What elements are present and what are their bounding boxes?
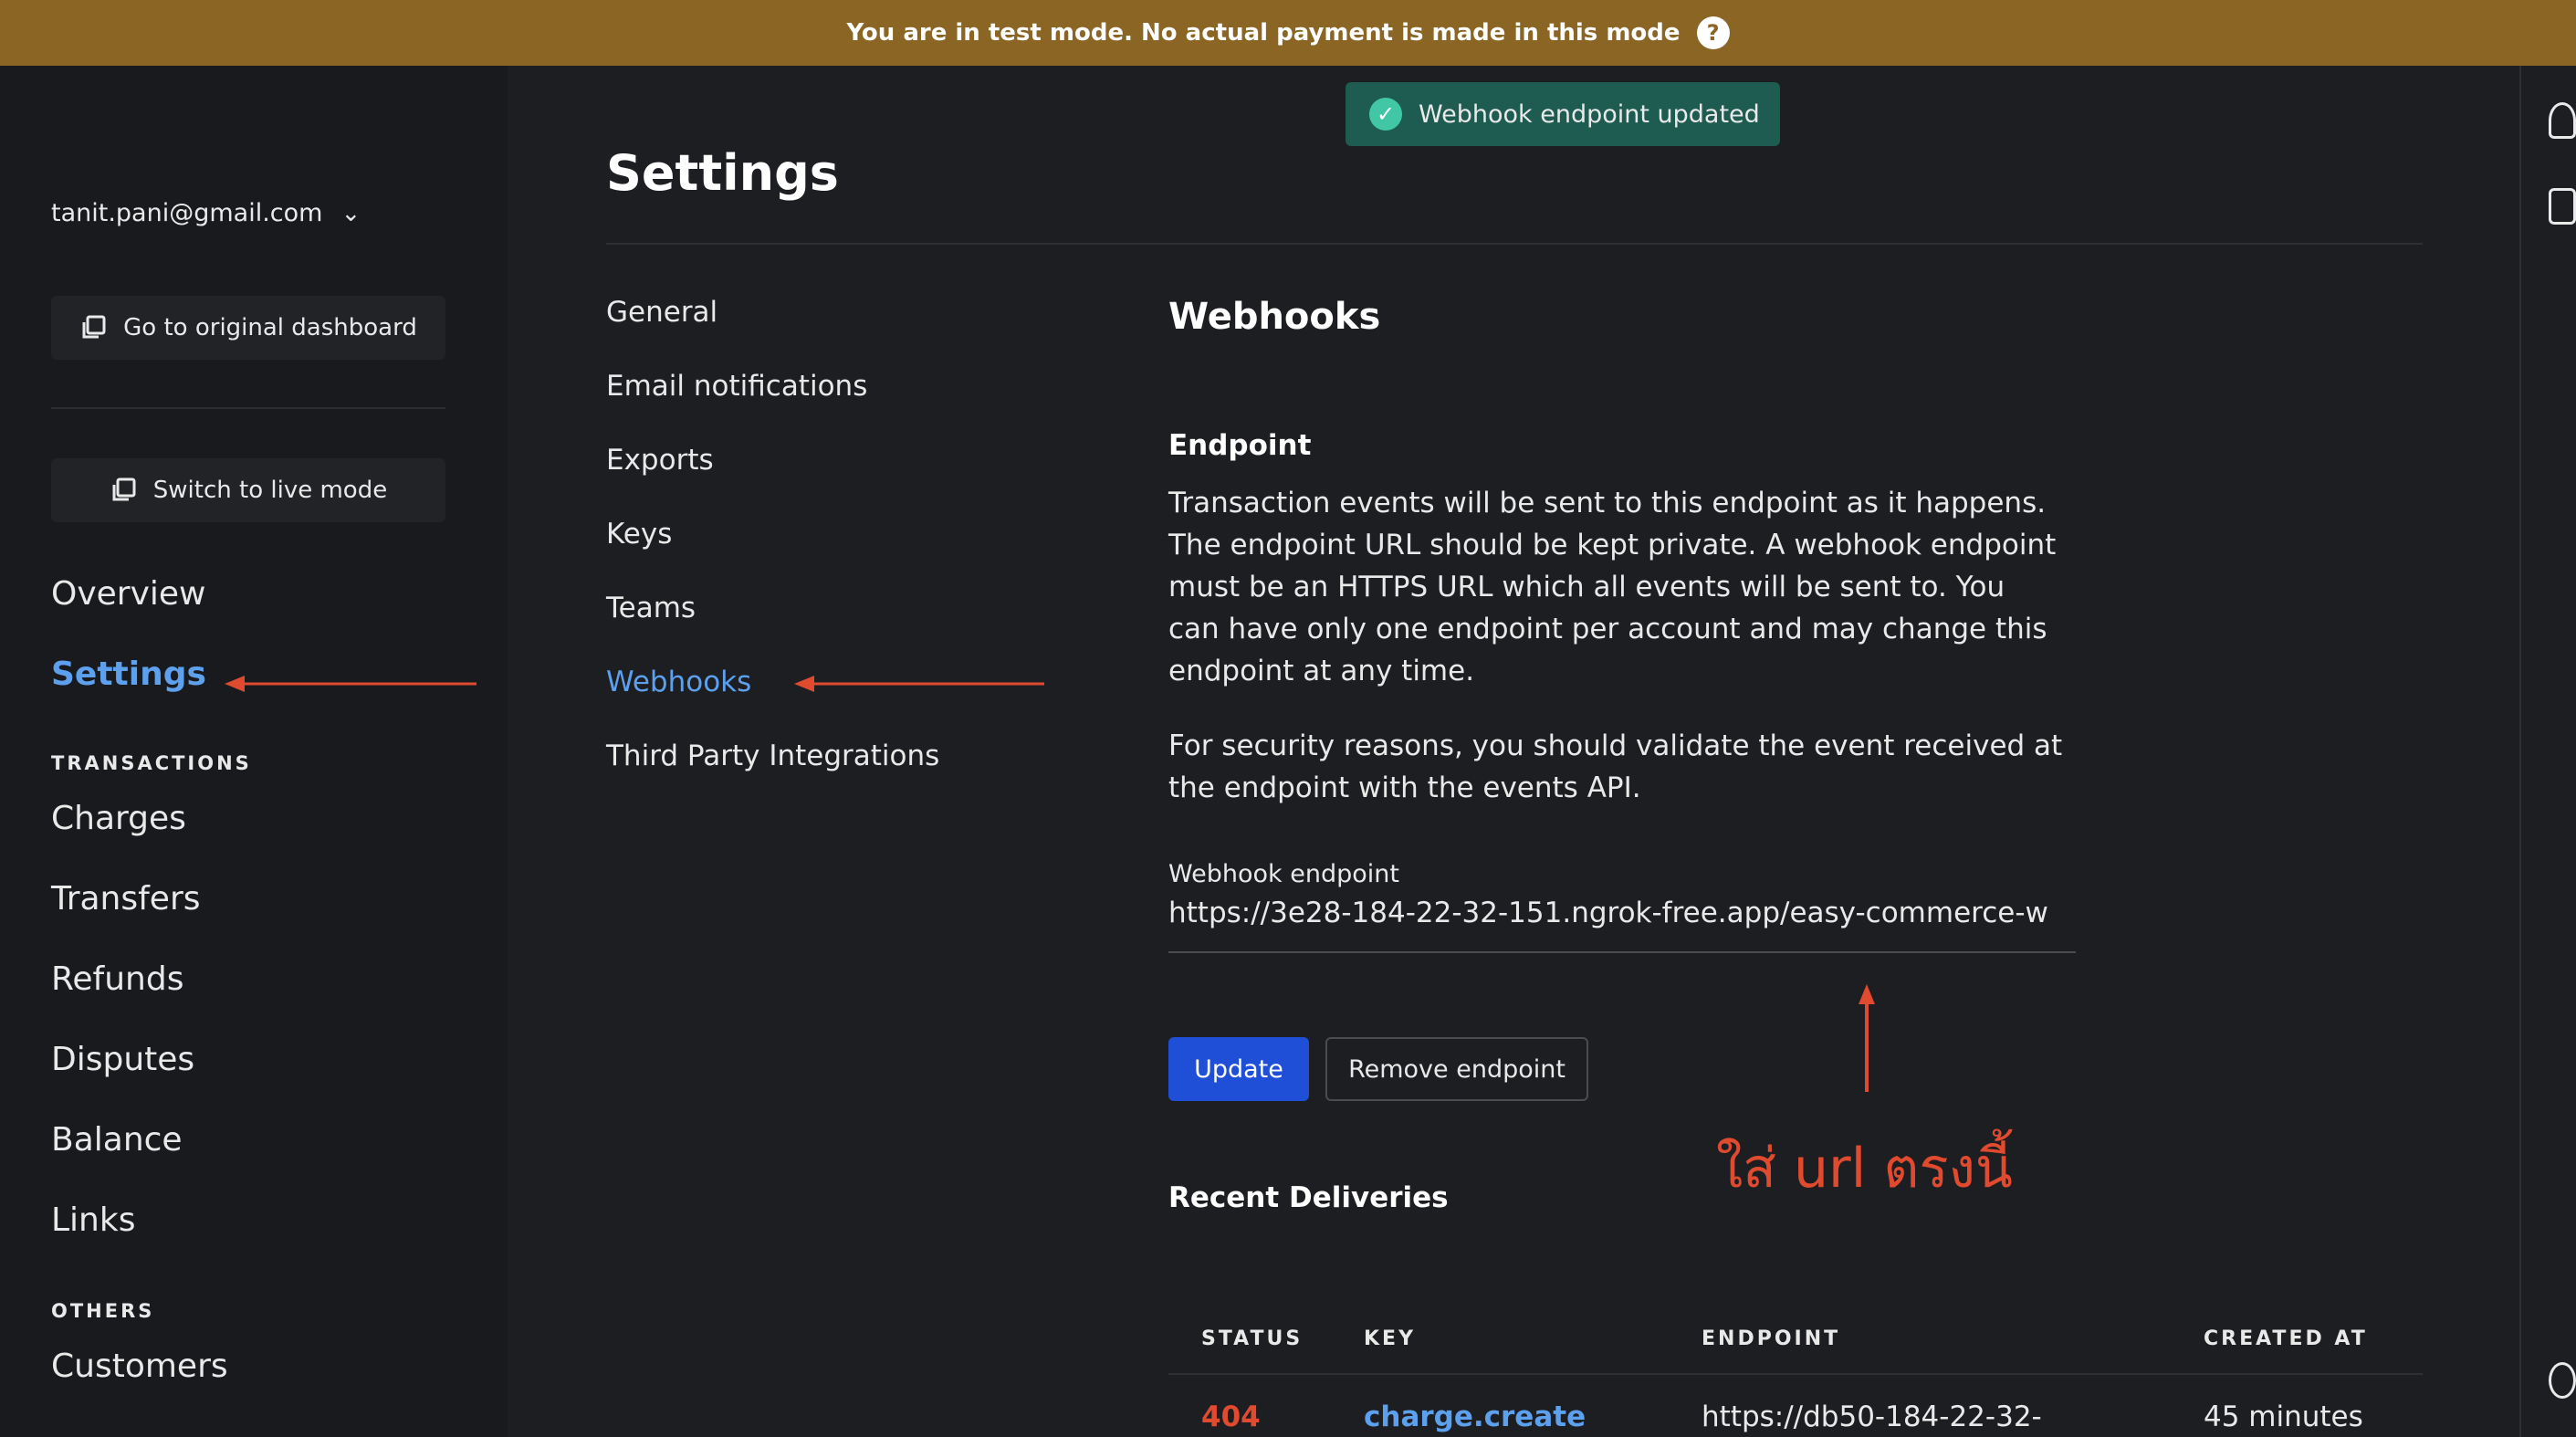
- sidebar-item-links[interactable]: Links: [51, 1201, 135, 1239]
- toast-text: Webhook endpoint updated: [1419, 100, 1760, 129]
- security-note: For security reasons, you should validat…: [1168, 729, 2063, 804]
- endpoint-heading: Endpoint: [1168, 429, 1312, 462]
- sidebar-divider: [51, 407, 445, 409]
- settings-nav-exports[interactable]: Exports: [606, 444, 714, 477]
- settings-nav-keys[interactable]: Keys: [606, 518, 672, 551]
- account-email: tanit.pani@gmail.com: [51, 199, 323, 227]
- endpoint-description: Transaction events will be sent to this …: [1168, 487, 2057, 687]
- switch-icon: [112, 477, 136, 501]
- sidebar-item-settings[interactable]: Settings: [51, 656, 206, 693]
- switch-live-mode-button[interactable]: Switch to live mode: [51, 458, 445, 522]
- col-header-status: STATUS: [1201, 1327, 1304, 1350]
- test-mode-banner: You are in test mode. No actual payment …: [0, 0, 2576, 66]
- sidebar-item-charges[interactable]: Charges: [51, 800, 186, 837]
- check-icon: ✓: [1369, 98, 1402, 131]
- annotation-arrow-settings: [225, 676, 476, 692]
- sidebar-item-balance[interactable]: Balance: [51, 1121, 183, 1159]
- page-title: Settings: [606, 144, 839, 202]
- settings-nav-email-notifications[interactable]: Email notifications: [606, 370, 867, 403]
- sidebar-item-overview[interactable]: Overview: [51, 575, 206, 613]
- delivery-status: 404: [1201, 1400, 1261, 1433]
- delivery-key-link[interactable]: charge.create: [1364, 1400, 1586, 1433]
- update-button[interactable]: Update: [1168, 1037, 1309, 1101]
- webhook-endpoint-label: Webhook endpoint: [1168, 860, 1399, 888]
- external-link-icon[interactable]: [2549, 188, 2576, 225]
- annotation-arrow-webhooks: [794, 676, 1044, 692]
- section-transactions: TRANSACTIONS: [51, 752, 252, 774]
- chevron-down-icon: ⌄: [340, 199, 361, 227]
- col-header-created-at: CREATED AT: [2204, 1327, 2368, 1350]
- help-icon-rail[interactable]: [2549, 1362, 2576, 1399]
- switch-live-mode-label: Switch to live mode: [152, 477, 388, 504]
- delivery-created-at: 45 minutes: [2204, 1400, 2363, 1433]
- settings-nav-third-party[interactable]: Third Party Integrations: [606, 739, 939, 772]
- annotation-arrow-endpoint: [1859, 984, 1875, 1092]
- original-dashboard-label: Go to original dashboard: [123, 314, 417, 341]
- original-dashboard-button[interactable]: Go to original dashboard: [51, 296, 445, 360]
- webhooks-title: Webhooks: [1168, 296, 1381, 338]
- success-toast: ✓ Webhook endpoint updated: [1346, 82, 1780, 146]
- right-rail-divider: [2519, 66, 2521, 1437]
- recent-deliveries-heading: Recent Deliveries: [1168, 1181, 1449, 1214]
- webhook-endpoint-input[interactable]: https://3e28-184-22-32-151.ngrok-free.ap…: [1168, 897, 2076, 953]
- col-header-endpoint: ENDPOINT: [1702, 1327, 1841, 1350]
- external-window-icon: [82, 315, 106, 339]
- sidebar-item-transfers[interactable]: Transfers: [51, 880, 201, 918]
- section-others: OTHERS: [51, 1300, 155, 1322]
- delivery-endpoint: https://db50-184-22-32-: [1702, 1400, 2042, 1433]
- sidebar-item-disputes[interactable]: Disputes: [51, 1041, 194, 1078]
- settings-nav-general[interactable]: General: [606, 296, 717, 329]
- sidebar-item-refunds[interactable]: Refunds: [51, 960, 183, 998]
- remove-endpoint-button[interactable]: Remove endpoint: [1325, 1037, 1588, 1101]
- table-divider: [1168, 1373, 2423, 1375]
- title-divider: [606, 243, 2423, 245]
- settings-nav-teams[interactable]: Teams: [606, 592, 696, 624]
- banner-text: You are in test mode. No actual payment …: [846, 19, 1681, 47]
- account-switcher[interactable]: tanit.pani@gmail.com ⌄: [51, 199, 361, 227]
- help-icon[interactable]: ?: [1696, 16, 1730, 49]
- col-header-key: KEY: [1364, 1327, 1417, 1350]
- settings-nav-webhooks[interactable]: Webhooks: [606, 666, 751, 698]
- sidebar-item-customers[interactable]: Customers: [51, 1348, 228, 1385]
- user-icon[interactable]: [2549, 102, 2576, 139]
- annotation-note: ใส่ url ตรงนี้: [1716, 1137, 2013, 1201]
